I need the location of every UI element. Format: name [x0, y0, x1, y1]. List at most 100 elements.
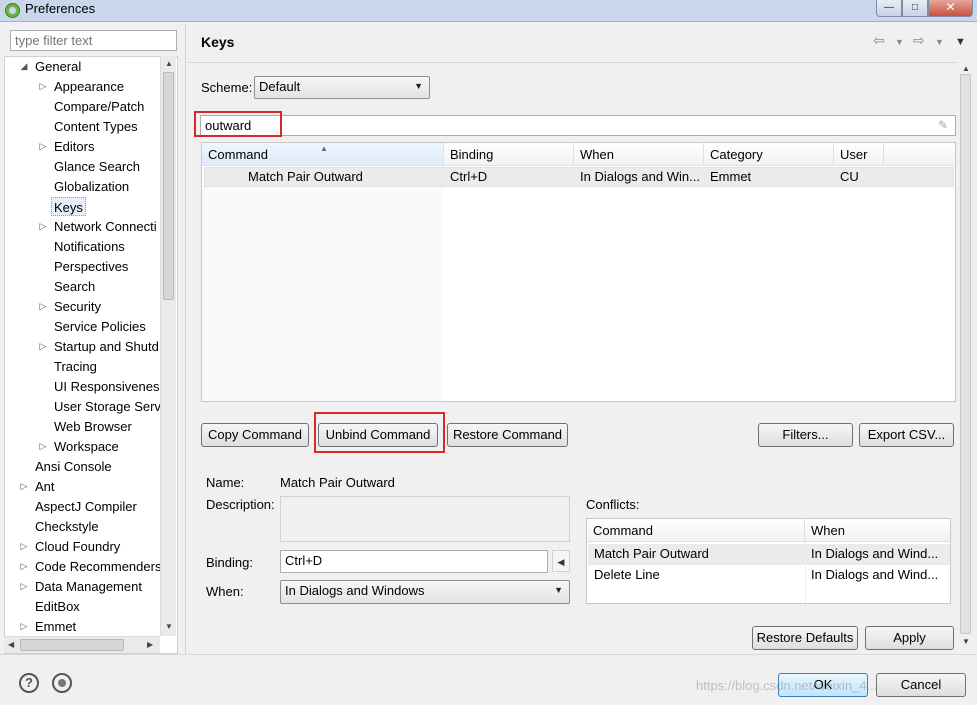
watermark-text: https://blog.csdn.net/weixin_4... — [696, 678, 878, 693]
tree-collapsed-icon[interactable]: ▷ — [19, 537, 29, 556]
tree-collapsed-icon[interactable]: ▷ — [38, 217, 48, 236]
forward-arrow-icon[interactable]: ⇨ — [913, 32, 925, 49]
conflicts-label: Conflicts: — [586, 497, 640, 512]
conflict-cell-when: In Dialogs and Wind... — [811, 546, 939, 561]
binding-menu-arrow-icon[interactable]: ◀ — [552, 550, 570, 572]
filter-input[interactable] — [10, 30, 177, 51]
description-label: Description: — [206, 497, 275, 512]
highlight-search-box — [194, 111, 282, 137]
cell-when: In Dialogs and Win... — [580, 169, 700, 184]
column-header-user[interactable]: User — [834, 143, 884, 166]
apply-button[interactable]: Apply — [865, 626, 954, 650]
tree-collapsed-icon[interactable]: ▷ — [19, 557, 29, 576]
tree-item[interactable]: Ansi Console — [35, 457, 112, 476]
tree-item[interactable]: Service Policies — [54, 317, 146, 336]
back-arrow-icon[interactable]: ⇦ — [873, 32, 885, 49]
table-row[interactable]: Match Pair Outward Ctrl+D In Dialogs and… — [204, 167, 954, 187]
conflict-cell-command: Match Pair Outward — [594, 546, 709, 561]
tree-item[interactable]: Ant — [35, 477, 55, 496]
tree-item[interactable]: Globalization — [54, 177, 129, 196]
cell-user: CU — [840, 169, 859, 184]
when-label: When: — [206, 584, 244, 599]
tree-vertical-scrollbar[interactable]: ▲ ▼ — [160, 56, 176, 636]
tree-collapsed-icon[interactable]: ▷ — [19, 477, 29, 496]
page-vertical-scrollbar[interactable]: ▲ ▼ — [958, 62, 974, 649]
clear-search-icon[interactable]: ✎ — [938, 118, 950, 132]
maximize-button[interactable]: □ — [902, 0, 928, 17]
tree-item[interactable]: Checkstyle — [35, 517, 99, 536]
tree-collapsed-icon[interactable]: ▷ — [19, 577, 29, 596]
tree-item[interactable]: Workspace — [54, 437, 119, 456]
spring-app-icon — [5, 3, 20, 18]
forward-menu-chevron-icon[interactable]: ▼ — [935, 37, 944, 47]
tree-item[interactable]: Appearance — [54, 77, 124, 96]
tree-item[interactable]: Notifications — [54, 237, 125, 256]
conflict-cell-command[interactable]: Delete Line — [589, 565, 803, 585]
close-button[interactable]: ✕ — [928, 0, 973, 17]
tree-horizontal-scrollbar[interactable]: ◀ ▶ — [4, 636, 160, 653]
tree-item[interactable]: Tracing — [54, 357, 97, 376]
chevron-down-icon: ▼ — [414, 81, 423, 91]
tree-item[interactable]: Glance Search — [54, 157, 140, 176]
tree-item[interactable]: Emmet — [35, 617, 76, 636]
tree-item[interactable]: Search — [54, 277, 95, 296]
highlight-unbind-button — [314, 412, 445, 453]
copy-command-button[interactable]: Copy Command — [201, 423, 309, 447]
tree-item[interactable]: Compare/Patch — [54, 97, 144, 116]
conflicts-header-command[interactable]: Command — [587, 519, 805, 542]
restore-defaults-button[interactable]: Restore Defaults — [752, 626, 858, 650]
column-header-filler — [884, 143, 955, 166]
tree-item[interactable]: Cloud Foundry — [35, 537, 120, 556]
column-header-category[interactable]: Category — [704, 143, 834, 166]
cancel-button[interactable]: Cancel — [876, 673, 966, 697]
import-export-icon[interactable] — [52, 673, 72, 693]
tree-collapsed-icon[interactable]: ▷ — [38, 437, 48, 456]
tree-item[interactable]: Code Recommenders — [35, 557, 161, 576]
tree-item[interactable]: EditBox — [35, 597, 80, 616]
tree-collapsed-icon[interactable]: ▷ — [38, 137, 48, 156]
tree-item[interactable]: Network Connecti — [54, 217, 157, 236]
command-search-input[interactable]: outward ✎ — [200, 115, 956, 136]
minimize-button[interactable]: — — [876, 0, 902, 17]
binding-field[interactable]: Ctrl+D — [280, 550, 548, 573]
tree-expanded-icon[interactable]: ◢ — [19, 57, 29, 76]
tree-item[interactable]: Data Management — [35, 577, 142, 596]
tree-item[interactable]: Perspectives — [54, 257, 128, 276]
scheme-select[interactable]: Default ▼ — [254, 76, 430, 99]
conflicts-table[interactable]: Command When Match Pair Outward In Dialo… — [586, 518, 951, 604]
tree-collapsed-icon[interactable]: ▷ — [38, 297, 48, 316]
tree-item[interactable]: User Storage Serv — [54, 397, 161, 416]
view-menu-icon[interactable]: ▼ — [955, 36, 966, 48]
filters-button[interactable]: Filters... — [758, 423, 853, 447]
when-select[interactable]: In Dialogs and Windows ▼ — [280, 580, 570, 604]
tree-item[interactable]: Editors — [54, 137, 94, 156]
conflicts-header-when[interactable]: When — [805, 519, 950, 542]
export-csv-button[interactable]: Export CSV... — [859, 423, 954, 447]
column-header-command[interactable]: Command ▲ — [202, 143, 444, 166]
tree-item[interactable]: General — [35, 57, 81, 76]
scheme-label: Scheme: — [201, 80, 253, 95]
tree-item[interactable]: UI Responsiveness — [54, 377, 166, 396]
column-header-when[interactable]: When — [574, 143, 704, 166]
tree-item[interactable]: Content Types — [54, 117, 138, 136]
column-header-binding[interactable]: Binding — [444, 143, 574, 166]
tree-item[interactable]: AspectJ Compiler — [35, 497, 137, 516]
tree-item[interactable]: Security — [54, 297, 101, 316]
tree-collapsed-icon[interactable]: ▷ — [38, 77, 48, 96]
back-menu-chevron-icon[interactable]: ▼ — [895, 37, 904, 47]
tree-item[interactable]: Startup and Shutd — [54, 337, 159, 356]
help-icon[interactable]: ? — [19, 673, 39, 693]
tree-item[interactable]: Keys — [51, 197, 86, 216]
pane-divider[interactable] — [185, 24, 186, 654]
scheme-select-value: Default — [259, 79, 301, 94]
conflict-cell-when[interactable]: In Dialogs and Wind... — [806, 565, 950, 585]
tree-collapsed-icon[interactable]: ▷ — [19, 617, 29, 636]
table-empty-area — [202, 187, 443, 401]
restore-command-button[interactable]: Restore Command — [447, 423, 568, 447]
tree-collapsed-icon[interactable]: ▷ — [38, 337, 48, 356]
preference-tree[interactable]: ◢ General ▷ Appearance Compare/Patch Content … — [4, 56, 178, 654]
when-select-value: In Dialogs and Windows — [285, 583, 425, 598]
footer-divider — [0, 654, 977, 655]
commands-table[interactable]: Command ▲ Binding When Category User Matc… — [201, 142, 956, 402]
tree-item[interactable]: Web Browser — [54, 417, 132, 436]
